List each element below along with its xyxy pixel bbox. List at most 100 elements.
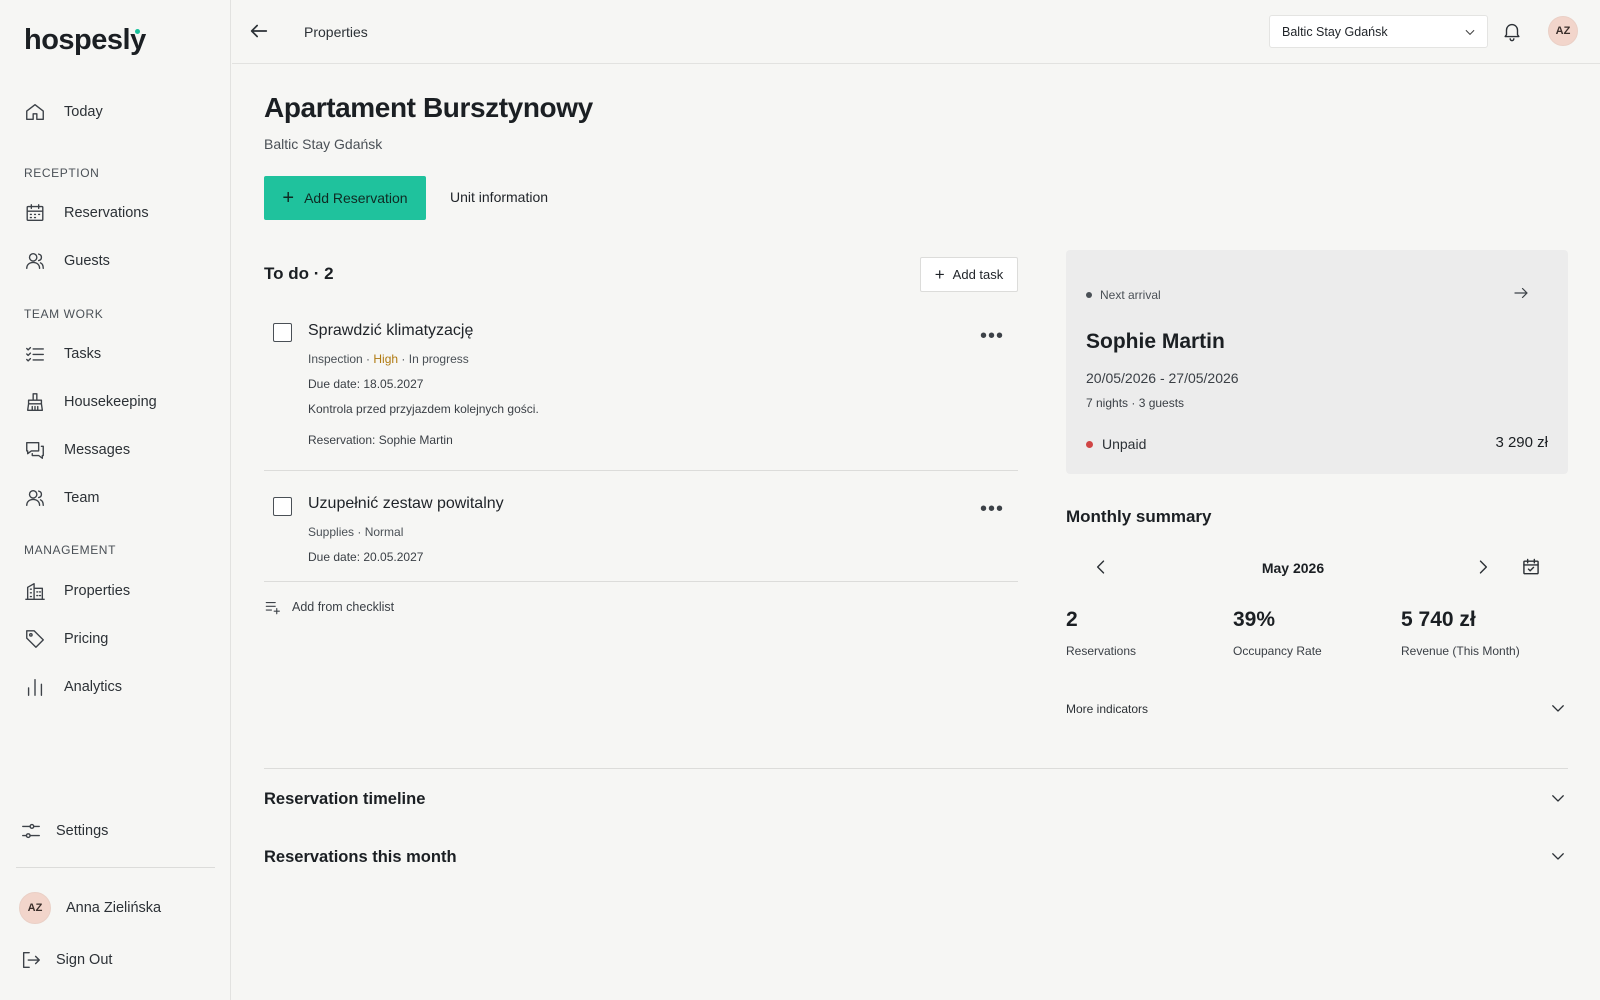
list-add-icon [265,601,280,615]
stat-reservations-value: 2 [1066,608,1078,631]
task-title[interactable]: Uzupełnić zestaw powitalny [308,495,504,513]
stay-info: 7 nights · 3 guests [1086,396,1185,410]
add-from-checklist-label: Add from checklist [292,600,395,614]
task-description: Kontrola przed przyjazdem kolejnych gośc… [308,402,539,416]
sidebar-item-reservations[interactable]: Reservations [24,198,149,228]
task-priority: Normal [364,525,404,539]
back-button[interactable] [248,20,272,44]
unit-information-button[interactable]: Unit information [450,189,548,205]
task-priority: High [373,352,399,366]
reservation-timeline-toggle[interactable]: Reservation timeline [264,790,425,809]
section-divider [264,768,1568,769]
add-task-button[interactable]: + Add task [920,257,1018,292]
home-icon [24,101,46,123]
sidebar-user[interactable]: AZ Anna Zielińska [19,892,162,924]
add-reservation-label: Add Reservation [304,190,408,206]
sidebar: hospesly Today RECEPTION Reservations Gu… [0,0,231,1000]
chevron-right-icon [1479,560,1488,574]
chevron-down-icon[interactable] [1549,847,1567,865]
bar-chart-icon [24,676,46,698]
chat-icon [24,439,46,461]
task-item: Uzupełnić zestaw powitalny Supplies · No… [264,485,1018,582]
sidebar-item-settings[interactable]: Settings [20,816,108,846]
top-bar: Properties Baltic Stay Gdańsk AZ [232,0,1600,64]
chevron-down-icon [1465,29,1475,36]
task-status: In progress [408,352,469,366]
previous-month-button[interactable] [1091,557,1113,579]
section-label-team-work: TEAM WORK [24,307,104,321]
sign-out-icon [20,949,42,971]
sidebar-item-properties[interactable]: Properties [24,576,130,606]
next-arrival-label: Next arrival [1086,288,1161,302]
chevron-down-icon[interactable] [1549,699,1567,717]
add-reservation-button[interactable]: + Add Reservation [264,176,426,220]
chevron-left-icon [1096,560,1105,574]
sidebar-item-tasks[interactable]: Tasks [24,339,101,369]
property-select-value: Baltic Stay Gdańsk [1282,24,1388,39]
task-reservation-link[interactable]: Reservation: Sophie Martin [308,433,453,447]
sidebar-item-label: Analytics [64,679,123,695]
sidebar-item-analytics[interactable]: Analytics [24,672,122,702]
monthly-summary-title: Monthly summary [1066,507,1212,526]
property-select[interactable]: Baltic Stay Gdańsk [1269,15,1488,48]
sign-out-label: Sign Out [56,952,113,968]
sidebar-item-team[interactable]: Team [24,483,99,513]
sidebar-item-messages[interactable]: Messages [24,435,130,465]
sidebar-item-pricing[interactable]: Pricing [24,624,108,654]
arrival-amount: 3 290 zł [1495,434,1548,451]
sidebar-item-today[interactable]: Today [24,97,103,127]
building-icon [24,580,46,602]
more-indicators-toggle[interactable]: More indicators [1066,702,1148,716]
next-arrival-card[interactable]: Next arrival Sophie Martin 20/05/2026 - … [1066,250,1568,474]
user-icon [24,250,46,272]
stat-occupancy-label: Occupancy Rate [1233,644,1322,658]
sidebar-item-guests[interactable]: Guests [24,246,110,276]
calendar-icon [24,202,46,224]
task-meta: Supplies · Normal [308,525,404,539]
task-due-date: Due date: 20.05.2027 [308,550,424,564]
task-meta: Inspection · High · In progress [308,352,469,366]
sidebar-item-label: Settings [56,823,109,839]
page-title: Apartament Bursztynowy [264,92,593,123]
breadcrumb[interactable]: Properties [304,24,368,40]
todo-title: To do · 2 [264,264,334,283]
add-from-checklist-button[interactable]: Add from checklist [264,598,394,616]
sidebar-item-label: Tasks [64,346,102,362]
chevron-down-icon[interactable] [1549,789,1567,807]
guest-name: Sophie Martin [1086,330,1225,353]
current-month: May 2026 [1261,560,1325,576]
sidebar-item-label: Housekeeping [64,394,157,410]
logo-text: hospesly [24,24,146,56]
more-options-icon[interactable]: ••• [980,326,1004,346]
notifications-button[interactable] [1501,20,1525,44]
arrow-right-icon [1514,287,1528,299]
task-item: Sprawdzić klimatyzację Inspection · High… [264,312,1018,471]
task-checkbox[interactable] [273,323,292,342]
status-dot [1086,440,1093,448]
task-category: Supplies [308,525,355,539]
sidebar-item-label: Reservations [64,205,149,221]
sidebar-item-label: Today [64,104,103,120]
open-arrival-button[interactable] [1512,284,1530,307]
task-title[interactable]: Sprawdzić klimatyzację [308,322,473,340]
bullet-dot [1086,292,1092,298]
app-logo[interactable]: hospesly [24,24,146,57]
next-month-button[interactable] [1473,557,1495,579]
task-category: Inspection [308,352,363,366]
task-due-date: Due date: 18.05.2027 [308,377,424,391]
payment-status-text: Unpaid [1102,436,1147,452]
reservations-this-month-toggle[interactable]: Reservations this month [264,848,457,867]
user-name: Anna Zielińska [66,900,162,916]
sign-out-button[interactable]: Sign Out [20,945,112,975]
sidebar-item-housekeeping[interactable]: Housekeeping [24,387,157,417]
calendar-check-icon [1523,558,1539,575]
task-checkbox[interactable] [273,497,292,516]
more-options-icon[interactable]: ••• [980,499,1004,519]
stat-reservations-label: Reservations [1066,644,1137,658]
calendar-picker-button[interactable] [1521,557,1543,579]
stat-occupancy-value: 39% [1233,608,1276,631]
sidebar-divider [16,867,215,868]
user-avatar-button[interactable]: AZ [1548,16,1578,46]
next-arrival-label-text: Next arrival [1100,288,1161,302]
stay-dates: 20/05/2026 - 27/05/2026 [1086,370,1239,386]
